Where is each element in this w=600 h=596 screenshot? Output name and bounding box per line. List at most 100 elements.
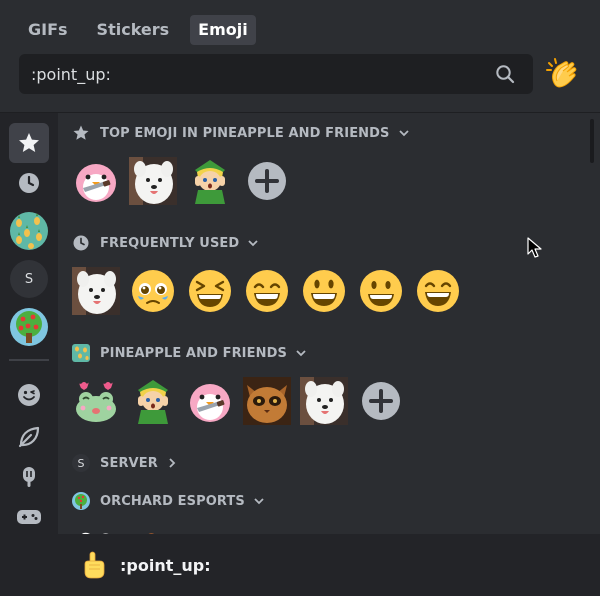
link-character-icon: [195, 160, 225, 204]
tab-stickers[interactable]: Stickers: [89, 15, 178, 45]
add-circle-icon: [248, 162, 286, 200]
section-frequently-used-label: FREQUENTLY USED: [100, 235, 240, 251]
link-scared-emoji[interactable]: [186, 157, 234, 205]
chevron-right-icon: [169, 458, 176, 468]
smile-icon: [417, 270, 459, 312]
orchard-emoji-icon: [187, 526, 233, 534]
section-frequently-used[interactable]: FREQUENTLY USED: [72, 233, 259, 253]
orchard-emoji-icon: [148, 533, 154, 534]
rail-server-letter[interactable]: S: [9, 259, 49, 299]
gamepad-icon: [17, 510, 41, 524]
section-server-label: SERVER: [100, 455, 158, 471]
add-emoji-button[interactable]: [243, 157, 291, 205]
penguin-icon: [76, 164, 116, 202]
leaf-icon: [18, 426, 40, 448]
samoyed-emoji[interactable]: [300, 377, 348, 425]
samoyed-emoji[interactable]: [72, 267, 120, 315]
samoyed-dog-icon: [72, 267, 120, 315]
category-rail: S: [0, 112, 58, 534]
star-icon: [19, 133, 39, 152]
holding-back-tears-icon: [132, 270, 174, 312]
smiley-category-icon: [18, 384, 40, 406]
chevron-down-icon: [254, 498, 264, 505]
orchard-emoji-1[interactable]: [72, 525, 120, 534]
rail-divider: [9, 359, 49, 361]
add-emoji-button[interactable]: [357, 377, 405, 425]
grin-icon: [246, 270, 288, 312]
emoji-grid-scrollbar[interactable]: [590, 119, 594, 163]
rail-nature[interactable]: [9, 417, 49, 457]
pineapple-server-icon: [72, 344, 90, 362]
clock-icon: [19, 173, 39, 193]
section-server[interactable]: S SERVER: [72, 453, 178, 473]
chevron-down-icon: [296, 350, 306, 357]
picker-tabs: GIFs Stickers Emoji: [20, 14, 269, 46]
rail-food[interactable]: [9, 457, 49, 497]
holding-back-tears-emoji[interactable]: [129, 267, 177, 315]
section-pineapple-label: PINEAPPLE AND FRIENDS: [100, 345, 287, 361]
emoji-grid: TOP EMOJI IN PINEAPPLE AND FRIENDS FREQU…: [58, 112, 600, 534]
emoji-preview-name: :point_up:: [120, 555, 211, 575]
mouse-cursor-icon: [527, 237, 542, 258]
cat-icon: [243, 377, 291, 425]
grinning-smiling-eyes-emoji[interactable]: [243, 267, 291, 315]
grinning-emoji[interactable]: [357, 267, 405, 315]
link-scared-emoji[interactable]: [129, 377, 177, 425]
laughing-icon: [189, 270, 231, 312]
search-icon[interactable]: [495, 64, 515, 84]
smiley-emoji[interactable]: [300, 267, 348, 315]
penguin-knife-emoji[interactable]: [72, 157, 120, 205]
section-orchard-esports[interactable]: ORCHARD ESPORTS: [72, 491, 265, 511]
rail-activities[interactable]: [9, 497, 49, 534]
section-orchard-label: ORCHARD ESPORTS: [100, 493, 245, 509]
smile-emoji[interactable]: [414, 267, 462, 315]
orchard-emoji-icon: [81, 532, 109, 534]
popsicle-icon: [23, 467, 35, 487]
orchard-server-icon: [10, 308, 48, 346]
tab-emoji[interactable]: Emoji: [190, 15, 256, 45]
grinning-icon: [360, 270, 402, 312]
rail-server-pineapple[interactable]: [9, 211, 49, 251]
tab-gifs[interactable]: GIFs: [20, 15, 76, 45]
point-up-icon: [84, 551, 105, 579]
random-emoji-button[interactable]: [544, 56, 580, 92]
pineapple-emoji-row: [72, 377, 414, 425]
rail-favorites[interactable]: [9, 123, 49, 163]
clapping-hands-icon: [546, 58, 577, 88]
link-character-icon: [138, 380, 168, 424]
frog-love-emoji[interactable]: [72, 377, 120, 425]
clock-icon: [72, 234, 90, 252]
rail-people[interactable]: [9, 375, 49, 415]
star-icon: [72, 124, 90, 142]
rail-server-orchard[interactable]: [9, 307, 49, 347]
chevron-down-icon: [398, 130, 409, 137]
samoyed-dog-icon: [129, 157, 177, 205]
samoyed-emoji[interactable]: [129, 157, 177, 205]
emoji-search-input[interactable]: [19, 54, 489, 94]
picker-header: GIFs Stickers Emoji: [0, 0, 600, 112]
server-letter-icon: S: [72, 454, 90, 472]
section-top-emoji-label: TOP EMOJI IN PINEAPPLE AND FRIENDS: [100, 125, 390, 141]
server-letter-icon: S: [10, 260, 48, 298]
add-circle-icon: [362, 382, 400, 420]
section-pineapple-and-friends[interactable]: PINEAPPLE AND FRIENDS: [72, 343, 307, 363]
puss-in-boots-emoji[interactable]: [243, 377, 291, 425]
emoji-preview-footer: :point_up:: [0, 534, 600, 596]
orchard-emoji-2[interactable]: [129, 525, 177, 534]
top-emoji-row: [72, 157, 300, 205]
orchard-emoji-3[interactable]: [186, 525, 234, 534]
smiley-icon: [303, 270, 345, 312]
pineapple-server-icon: [10, 212, 48, 250]
frequent-emoji-row: [72, 267, 471, 315]
penguin-knife-emoji[interactable]: [186, 377, 234, 425]
emoji-search-box: [19, 54, 533, 94]
section-top-emoji[interactable]: TOP EMOJI IN PINEAPPLE AND FRIENDS: [72, 123, 410, 143]
laughing-emoji[interactable]: [186, 267, 234, 315]
chevron-down-icon: [248, 240, 258, 247]
rail-recent[interactable]: [9, 163, 49, 203]
samoyed-dog-icon: [300, 377, 348, 425]
orchard-emoji-row-partial: [72, 525, 243, 534]
frog-icon: [76, 382, 116, 422]
penguin-icon: [190, 384, 230, 422]
orchard-server-icon: [72, 492, 90, 510]
